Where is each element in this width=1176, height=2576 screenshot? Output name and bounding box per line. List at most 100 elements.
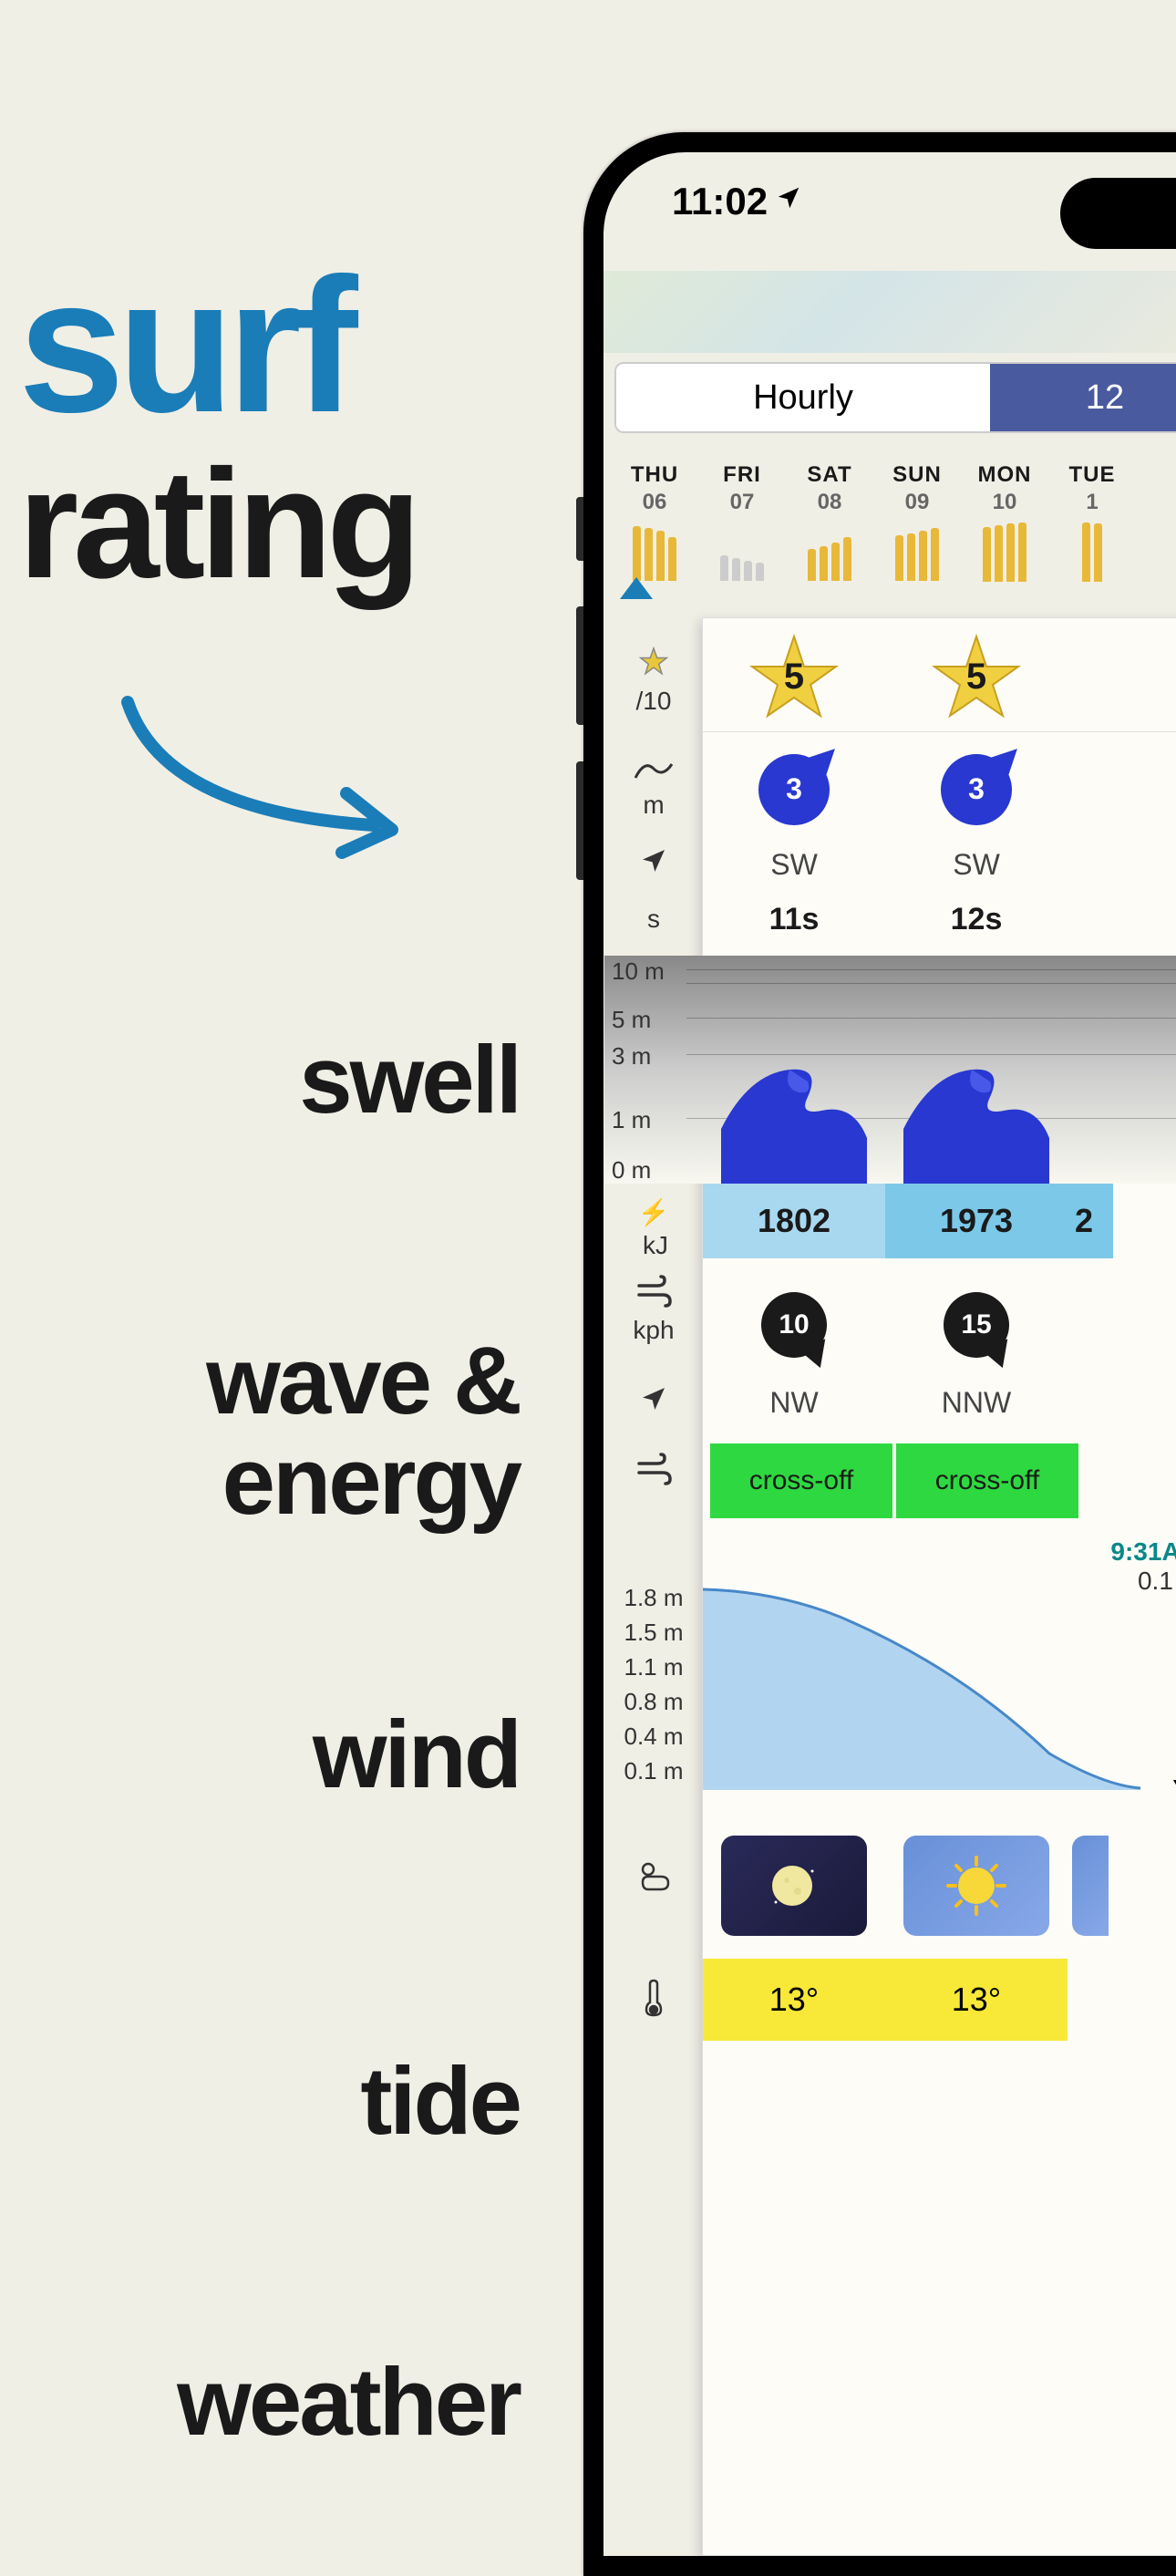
- weather-night-tile: [721, 1836, 867, 1936]
- forecast-panel[interactable]: /10 m s ⚡: [702, 617, 1176, 2556]
- row-wind-direction: NW NNW: [703, 1375, 1176, 1430]
- phone-volume-up: [576, 606, 583, 725]
- weather-sunny-tile: [903, 1836, 1049, 1936]
- wind-speed-badge: 15: [944, 1292, 1009, 1358]
- day-number: 1: [1086, 490, 1098, 515]
- rating-cell: 5: [703, 623, 885, 731]
- wind-speed-badge: 10: [761, 1292, 827, 1358]
- wind-speed-value: 15: [961, 1309, 991, 1340]
- row-swell-height: 3 3: [703, 741, 1176, 837]
- gutter-energy: ⚡ kJ: [604, 1197, 703, 1260]
- direction-arrow-icon: [808, 740, 844, 776]
- status-bar: 11:02: [672, 180, 802, 223]
- compass-arrow-icon: [639, 846, 668, 875]
- day-thu[interactable]: THU 06: [611, 462, 698, 581]
- tide-tick: 0.8 m: [604, 1684, 703, 1719]
- day-name: FRI: [723, 462, 761, 488]
- wave-cell: [885, 1010, 1068, 1184]
- weather-sunny-tile: [1072, 1836, 1109, 1936]
- direction-arrow-icon: [990, 740, 1026, 776]
- row-wave-energy: 1802 1973 2: [703, 1184, 1176, 1258]
- energy-value: 2: [1068, 1184, 1113, 1258]
- rating-bars-icon: [808, 522, 851, 581]
- location-services-icon: [775, 184, 802, 219]
- active-day-indicator-icon: [620, 577, 653, 599]
- day-number: 09: [905, 490, 930, 515]
- gutter-period: s: [604, 901, 703, 934]
- row-swell-direction: SW SW: [703, 837, 1176, 892]
- label-wind: wind: [313, 1705, 520, 1805]
- day-sat[interactable]: SAT 08: [786, 462, 873, 581]
- day-name: SAT: [807, 462, 851, 488]
- row-weather: [703, 1822, 1176, 1950]
- day-number: 10: [993, 490, 1017, 515]
- row-wind-quality: cross-off cross-off: [708, 1443, 1176, 1518]
- day-number: 08: [818, 490, 842, 515]
- phone-side-button: [576, 497, 583, 561]
- app-content: Hourly 12 THU 06 FRI 07: [603, 271, 1176, 2556]
- gutter-temp: [604, 1977, 703, 2022]
- wave-glyph-icon: [903, 1038, 1049, 1184]
- rating-value: 5: [784, 657, 804, 698]
- day-sun[interactable]: SUN 09: [873, 462, 961, 581]
- weather-cell: [703, 1822, 885, 1950]
- dynamic-island: [1060, 178, 1176, 249]
- period-unit-label: s: [647, 905, 660, 934]
- day-fri[interactable]: FRI 07: [698, 462, 786, 581]
- wave-tick: 0 m: [612, 1156, 651, 1185]
- wave-glyph-icon: [721, 1038, 867, 1184]
- sun-icon: [944, 1854, 1008, 1918]
- tab-hourly[interactable]: Hourly: [616, 364, 990, 431]
- tide-curve-chart: [703, 1580, 1140, 1790]
- wind-cell: 15: [885, 1275, 1068, 1375]
- wave-tick: 10 m: [612, 957, 665, 986]
- headline-surf: surf: [18, 264, 416, 428]
- map-preview[interactable]: [603, 271, 1176, 353]
- wind-arrow-icon: [980, 1339, 1016, 1372]
- tide-scale: 1.8 m 1.5 m 1.1 m 0.8 m 0.4 m 0.1 m: [604, 1580, 703, 1788]
- swell-direction-badge: 3: [758, 754, 830, 825]
- swell-height-value: 3: [968, 772, 985, 806]
- rating-cell: 5: [885, 623, 1068, 731]
- swell-height-value: 3: [786, 772, 802, 806]
- wave-tick: 3 m: [612, 1042, 651, 1071]
- energy-unit-label: kJ: [643, 1231, 668, 1260]
- day-tue[interactable]: TUE 1: [1048, 462, 1136, 581]
- lightning-icon: ⚡: [638, 1197, 670, 1227]
- row-wave-visual: [703, 1010, 1176, 1184]
- marketing-headline: surf rating: [18, 264, 416, 595]
- moon-icon: [767, 1858, 821, 1913]
- tab-12-hour[interactable]: 12: [990, 364, 1176, 431]
- swell-cell: 3: [703, 741, 885, 837]
- tide-tick: 1.8 m: [604, 1580, 703, 1615]
- day-name: THU: [631, 462, 678, 488]
- gutter-direction: [604, 846, 703, 875]
- wave-tick: 1 m: [612, 1106, 651, 1134]
- tide-time-value: 9:31AM: [1110, 1537, 1176, 1567]
- day-selector[interactable]: THU 06 FRI 07: [603, 453, 1176, 581]
- wind-unit-label: kph: [633, 1316, 674, 1345]
- wind-direction-value: NNW: [885, 1375, 1068, 1430]
- star-outline-icon: [637, 646, 670, 683]
- rating-bars-icon: [633, 522, 676, 581]
- swell-direction-badge: 3: [941, 754, 1012, 825]
- row-rating: 5 5: [703, 623, 1176, 732]
- label-tide: tide: [360, 2052, 520, 2152]
- phone-volume-down: [576, 761, 583, 880]
- swell-period-value: 12s: [885, 892, 1068, 947]
- day-mon[interactable]: MON 10: [961, 462, 1048, 581]
- tide-tick: 1.5 m: [604, 1615, 703, 1650]
- rating-value: 5: [966, 657, 986, 698]
- label-weather: weather: [177, 2353, 520, 2453]
- rating-bars-icon: [983, 522, 1026, 582]
- swell-cell: 3: [885, 741, 1068, 837]
- day-name: TUE: [1069, 462, 1116, 488]
- day-name: SUN: [892, 462, 942, 488]
- swell-period-value: 11s: [703, 892, 885, 947]
- wave-tick: 5 m: [612, 1006, 651, 1034]
- phone-screen: 11:02 Hourly 12 THU 06: [603, 152, 1176, 2556]
- row-temperature: 13° 13°: [703, 1959, 1176, 2041]
- weather-cell-partial: [1068, 1822, 1113, 1950]
- swell-direction-value: SW: [885, 837, 1068, 892]
- wind-quality-value: cross-off: [896, 1443, 1078, 1518]
